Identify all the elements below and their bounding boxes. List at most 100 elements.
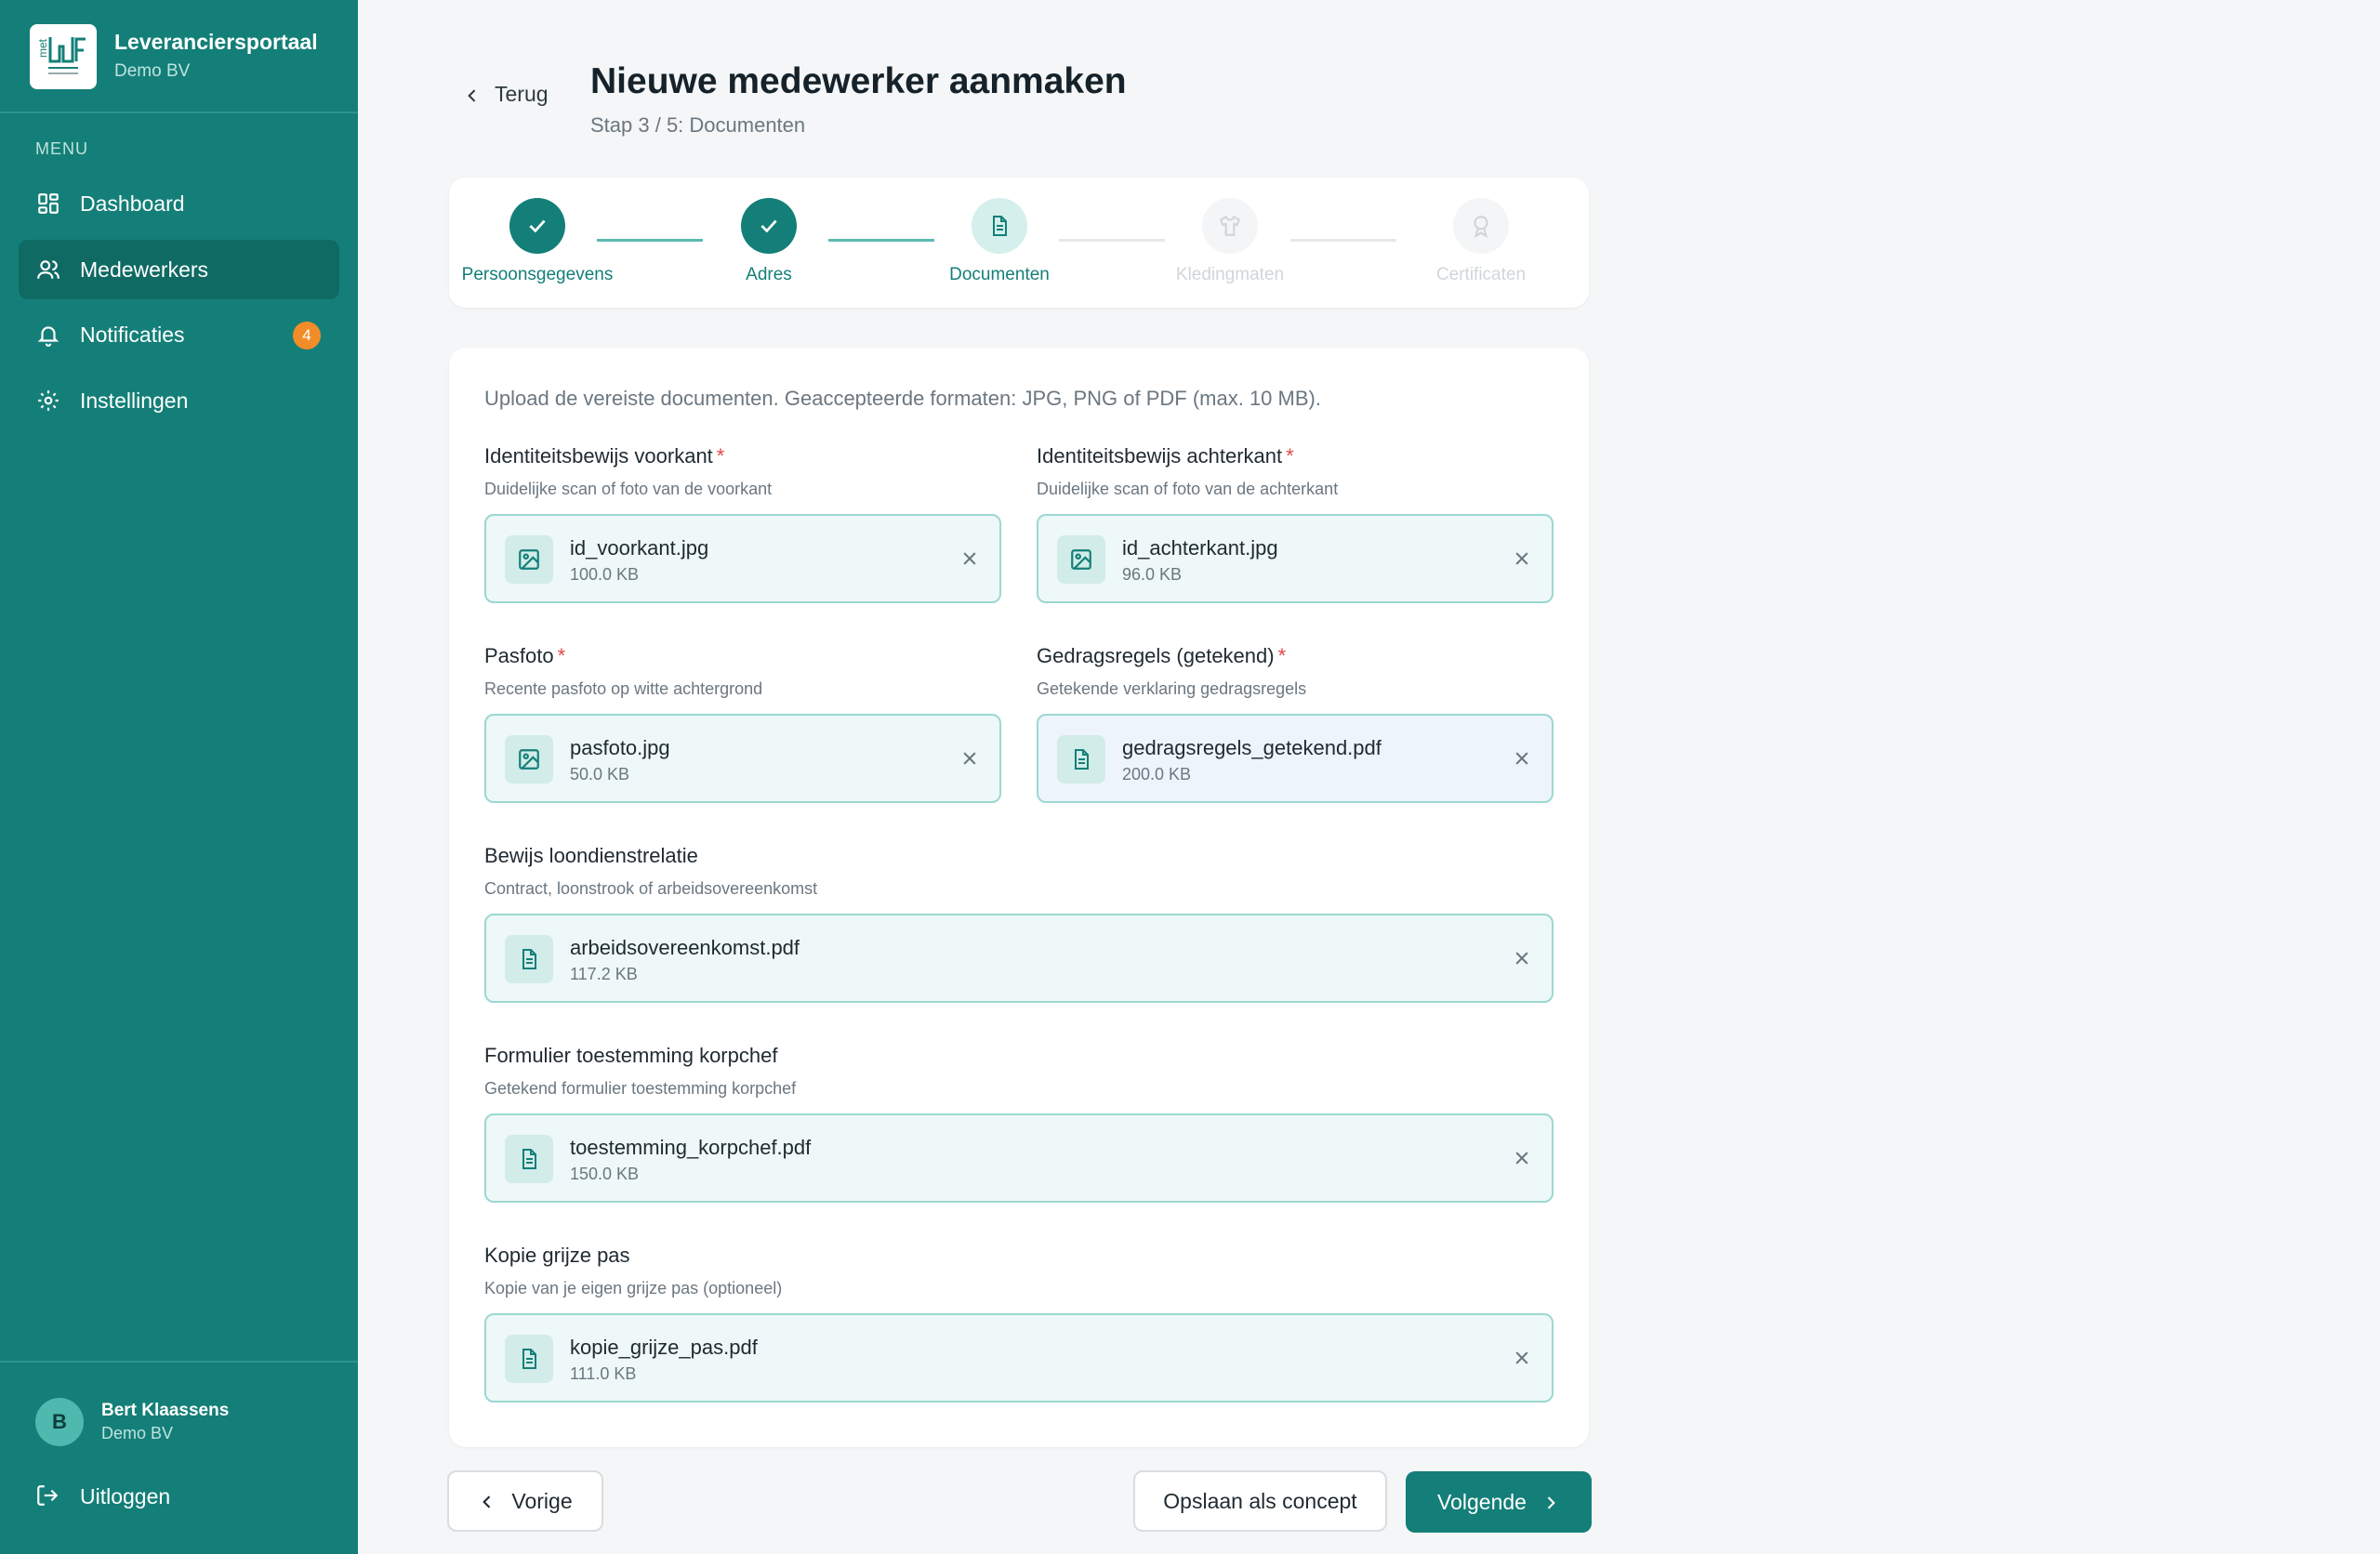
close-icon[interactable] [1513, 1149, 1531, 1167]
brand-header: met Leveranciersportaal Demo BV [0, 0, 358, 113]
document-icon [1057, 735, 1105, 784]
step-circle [509, 198, 565, 254]
field-loondienstrelatie: Bewijs loondienstrelatie Contract, loons… [484, 844, 1554, 1003]
chevron-left-icon [478, 1492, 496, 1510]
image-icon [505, 735, 553, 784]
sidebar: met Leveranciersportaal Demo BV MENU Das… [0, 0, 358, 1554]
step-circle [1453, 198, 1509, 254]
file-name: arbeidsovereenkomst.pdf [570, 936, 800, 959]
file-size: 117.2 KB [570, 965, 638, 983]
company-logo: met [30, 24, 97, 89]
step-label: Kledingmaten [1175, 265, 1285, 284]
uploaded-file[interactable]: kopie_grijze_pas.pdf 111.0 KB [484, 1313, 1554, 1403]
required-marker: * [716, 444, 725, 468]
gear-icon [35, 388, 61, 414]
chevron-left-icon [463, 86, 482, 104]
file-name: id_achterkant.jpg [1122, 536, 1278, 560]
step-label: Persoonsgegevens [461, 265, 614, 284]
field-korpchef: Formulier toestemming korpchef Getekend … [484, 1044, 1554, 1203]
uploaded-file[interactable]: id_voorkant.jpg 100.0 KB [484, 514, 1001, 603]
field-label-text: Pasfoto [484, 644, 554, 667]
brand-company: Demo BV [114, 61, 191, 81]
field-label: Formulier toestemming korpchef [484, 1044, 778, 1067]
logout-button[interactable]: Uitloggen [35, 1483, 170, 1509]
notification-badge: 4 [293, 322, 321, 349]
file-size: 200.0 KB [1122, 765, 1192, 784]
file-name: kopie_grijze_pas.pdf [570, 1336, 758, 1359]
check-icon [529, 219, 546, 233]
previous-button[interactable]: Vorige [447, 1470, 603, 1532]
step-connector [1290, 239, 1396, 242]
step-persoonsgegevens[interactable]: Persoonsgegevens [444, 198, 630, 285]
sidebar-item-medewerkers[interactable]: Medewerkers [19, 240, 339, 299]
sidebar-item-label: Medewerkers [80, 257, 209, 282]
menu-title: MENU [35, 139, 88, 158]
next-button[interactable]: Volgende [1406, 1471, 1592, 1533]
users-icon [35, 257, 61, 283]
close-icon[interactable] [1513, 1349, 1531, 1367]
file-name: id_voorkant.jpg [570, 536, 709, 560]
step-label: Adres [746, 265, 792, 284]
step-kledingmaten: Kledingmaten [1137, 198, 1323, 285]
step-label: Documenten [949, 265, 1050, 284]
sidebar-item-label: Notificaties [80, 322, 185, 347]
sidebar-divider [0, 1361, 358, 1363]
document-icon [993, 216, 1007, 236]
sidebar-item-instellingen[interactable]: Instellingen [19, 371, 339, 430]
uploaded-file[interactable]: id_achterkant.jpg 96.0 KB [1037, 514, 1554, 603]
back-label: Terug [495, 82, 549, 106]
field-help: Getekend formulier toestemming korpchef [484, 1079, 797, 1098]
sidebar-item-dashboard[interactable]: Dashboard [19, 174, 339, 233]
file-name: gedragsregels_getekend.pdf [1122, 736, 1382, 759]
field-id-back: Identiteitsbewijs achterkant * Duidelijke… [1037, 444, 1554, 603]
step-documenten[interactable]: Documenten [906, 198, 1092, 285]
user-name: Bert Klaassens [101, 1401, 230, 1420]
step-adres[interactable]: Adres [676, 198, 862, 285]
document-icon [505, 1335, 553, 1383]
sidebar-item-label: Instellingen [80, 388, 189, 413]
field-help: Contract, loonstrook of arbeidsovereenko… [484, 879, 818, 898]
next-label: Volgende [1437, 1489, 1527, 1514]
close-icon[interactable] [960, 549, 979, 568]
documents-card: Upload de vereiste documenten. Geaccepte… [449, 348, 1589, 1447]
uploaded-file[interactable]: toestemming_korpchef.pdf 150.0 KB [484, 1113, 1554, 1203]
close-icon[interactable] [960, 749, 979, 768]
sidebar-item-notificaties[interactable]: Notificaties 4 [19, 305, 339, 364]
required-marker: * [1286, 444, 1294, 468]
field-grijze-pas: Kopie grijze pas Kopie van je eigen grij… [484, 1244, 1554, 1403]
file-size: 50.0 KB [570, 765, 630, 784]
award-icon [1474, 216, 1488, 238]
file-size: 100.0 KB [570, 565, 640, 584]
page-subtitle: Stap 3 / 5: Documenten [590, 113, 806, 137]
field-id-front: Identiteitsbewijs voorkant * Duidelijke s… [484, 444, 1001, 603]
logout-label: Uitloggen [80, 1483, 171, 1508]
field-help: Recente pasfoto op witte achtergrond [484, 679, 763, 698]
dashboard-icon [35, 191, 61, 217]
close-icon[interactable] [1513, 549, 1531, 568]
step-circle [972, 198, 1027, 254]
back-link[interactable]: Terug [463, 82, 549, 107]
field-label: Bewijs loondienstrelatie [484, 844, 698, 867]
close-icon[interactable] [1513, 749, 1531, 768]
uploaded-file[interactable]: gedragsregels_getekend.pdf 200.0 KB [1037, 714, 1554, 803]
image-icon [505, 535, 553, 584]
logout-icon [35, 1483, 61, 1509]
save-draft-button[interactable]: Opslaan als concept [1133, 1470, 1387, 1532]
uploaded-file[interactable]: pasfoto.jpg 50.0 KB [484, 714, 1001, 803]
avatar: B [35, 1398, 84, 1446]
file-size: 150.0 KB [570, 1165, 640, 1183]
step-label: Certificaten [1435, 265, 1527, 284]
field-label-text: Gedragsregels (getekend) [1037, 644, 1275, 667]
field-help: Duidelijke scan of foto van de achterkan… [1037, 480, 1339, 498]
field-label: Identiteitsbewijs voorkant * [484, 444, 1001, 468]
step-circle [1202, 198, 1258, 254]
page-title: Nieuwe medewerker aanmaken [590, 61, 1127, 101]
uploaded-file[interactable]: arbeidsovereenkomst.pdf 117.2 KB [484, 914, 1554, 1003]
close-icon[interactable] [1513, 949, 1531, 968]
field-pasfoto: Pasfoto * Recente pasfoto op witte achter… [484, 644, 1001, 803]
file-size: 96.0 KB [1122, 565, 1183, 584]
user-company: Demo BV [101, 1424, 174, 1442]
step-circle [741, 198, 797, 254]
field-label: Pasfoto * [484, 644, 1001, 668]
field-help: Getekende verklaring gedragsregels [1037, 679, 1307, 698]
